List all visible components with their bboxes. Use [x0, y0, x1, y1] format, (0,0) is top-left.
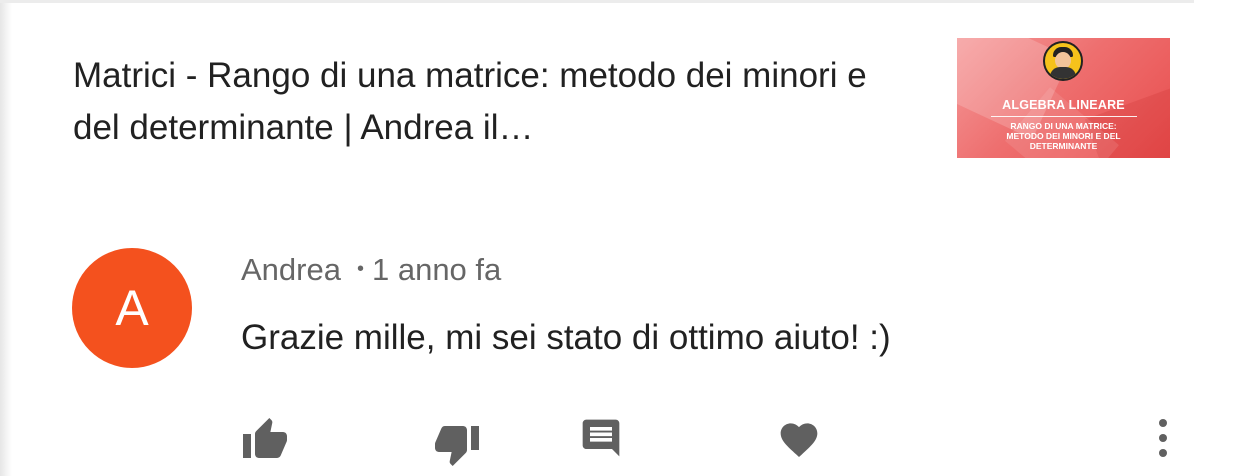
comment-time: 1 anno fa [371, 252, 502, 287]
thumbnail-subtitle-line: METODO DEI MINORI E DEL [1006, 131, 1121, 141]
like-button[interactable] [238, 410, 292, 466]
thumbnail-subtitle-line: DETERMINANTE [1029, 141, 1098, 151]
video-thumbnail[interactable]: ALGEBRA LINEARE RANGO DI UNA MATRICE: ME… [957, 38, 1170, 158]
left-edge-shadow [0, 0, 12, 476]
reply-button[interactable] [576, 410, 626, 466]
avatar[interactable]: A [72, 248, 192, 368]
dislike-button[interactable] [430, 418, 484, 474]
comment-author[interactable]: Andrea [241, 252, 341, 287]
thumbnail-heading: ALGEBRA LINEARE [1002, 98, 1125, 112]
comment-icon [582, 419, 620, 457]
comment-meta: Andrea • 1 anno fa [241, 252, 501, 288]
thumb-up-icon [243, 418, 287, 458]
thumbnail-divider [991, 116, 1137, 117]
more-vert-icon [1159, 419, 1167, 457]
thumbnail-subtitle-line: RANGO DI UNA MATRICE: [1010, 121, 1117, 131]
meta-separator: • [356, 258, 364, 280]
comment-text: Grazie mille, mi sei stato di ottimo aiu… [241, 318, 891, 357]
heart-icon [780, 423, 818, 457]
thumbnail-subtitle: RANGO DI UNA MATRICE: METODO DEI MINORI … [957, 121, 1170, 151]
video-title[interactable]: Matrici - Rango di una matrice: metodo d… [73, 50, 893, 154]
top-divider [0, 0, 1194, 3]
thumb-down-icon [435, 426, 479, 466]
more-options-button[interactable] [1148, 410, 1178, 466]
heart-button[interactable] [774, 410, 824, 466]
channel-logo [1043, 41, 1083, 81]
